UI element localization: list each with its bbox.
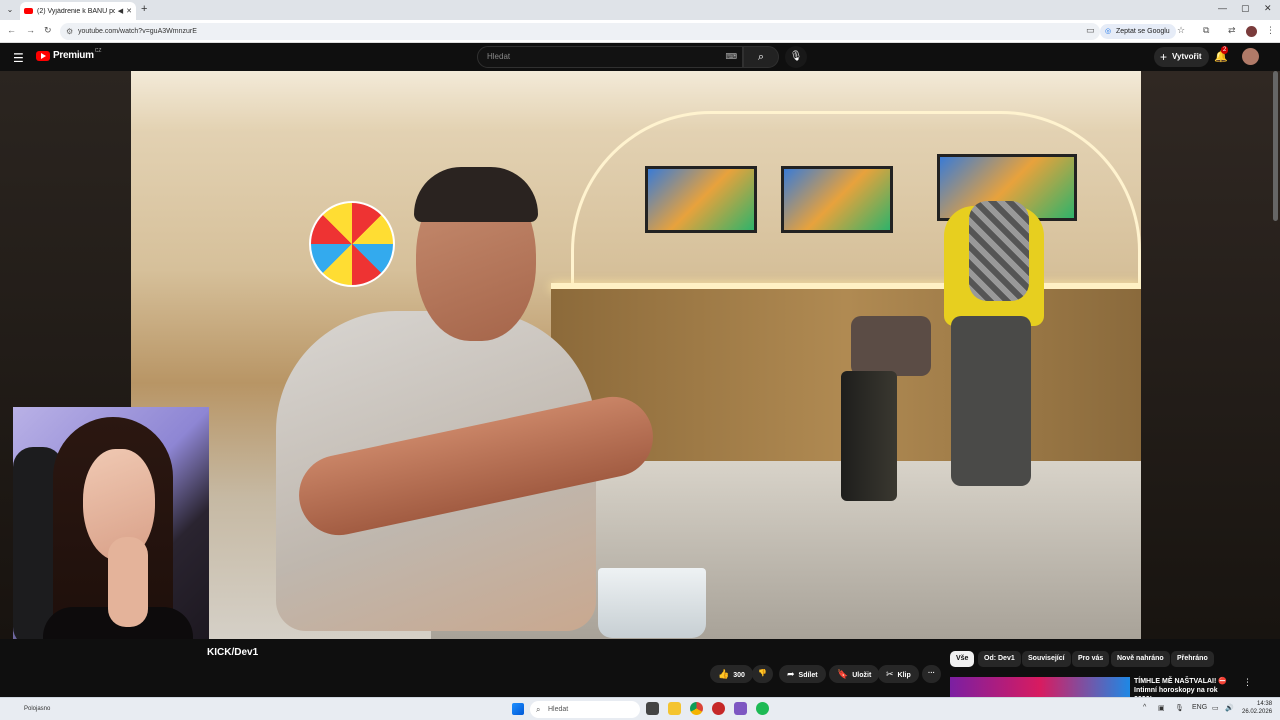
search-input[interactable]: Hledat ⌨ [477,46,743,68]
share-button[interactable]: ➦ Sdílet [779,665,826,683]
search-button[interactable]: ⌕ [743,46,779,68]
maximize-icon[interactable]: ▢ [1241,3,1250,14]
address-bar[interactable]: ⚙ youtube.com/watch?v=guA3WmnzurE [60,23,1100,40]
scene-suitcase [841,371,897,501]
browser-menu-icon[interactable]: ⋮ [1266,25,1275,36]
keyboard-icon[interactable]: ⌨ [725,47,737,67]
spotify-icon[interactable] [756,702,769,715]
chip-from-channel[interactable]: Od: Dev1 [978,651,1021,667]
like-button[interactable]: 👍 300 [710,665,753,683]
tab-search-chevron-icon[interactable]: ⌄ [4,4,16,16]
tray-chevron-icon[interactable]: ^ [1143,704,1146,711]
tab-title: (2) Vyjádrenie k BANU poc [37,7,115,15]
scene-handbag [851,316,931,376]
volume-icon[interactable]: 🔊 [1225,704,1234,712]
video-title-partial: KICK/Dev1 [207,647,259,658]
recommendation-thumbnail[interactable] [950,677,1130,697]
scene-person-background [939,166,1049,496]
tray-app-icon[interactable]: ▣ [1158,704,1165,712]
ask-google-button[interactable]: ◎ Zeptat se Googlu [1100,24,1176,39]
account-avatar[interactable] [1242,48,1259,65]
like-count: 300 [733,672,745,679]
recommendation-title-line1: TÍMHLE MĚ NAŠTVALAI! ⛔ [1134,678,1227,685]
bookmark-star-icon[interactable]: ☆ [1177,25,1185,36]
save-button[interactable]: 🔖 Uložit [829,665,880,683]
taskbar-search-input[interactable]: ⌕ Hledat [530,701,640,718]
more-actions-icon: ··· [928,670,935,677]
profile-avatar[interactable] [1246,26,1257,37]
region-code: CZ [94,47,102,54]
network-icon[interactable]: ▭ [1212,704,1219,712]
save-label: Uložit [852,672,872,679]
cast-icon[interactable]: ▭ [1086,25,1095,36]
thumbs-up-icon: 👍 [718,669,730,679]
bookmark-icon: 🔖 [837,669,849,679]
speaker-icon[interactable]: ◀ [118,7,123,15]
plus-icon: + [1160,50,1168,64]
share-arrow-icon: ➦ [787,669,795,679]
chip-related[interactable]: Související [1022,651,1071,667]
clock[interactable]: 14:38 26.02.2026 [1242,700,1272,716]
scene-screen [781,166,893,233]
share-label: Sdílet [798,672,818,679]
page-scrollbar[interactable] [1273,71,1278,221]
clip-button[interactable]: ✂ Klip [878,665,919,683]
google-lens-icon: ◎ [1105,28,1112,35]
youtube-favicon-icon [24,8,33,14]
dislike-button[interactable]: 👎 [752,665,773,683]
video-frame[interactable] [131,71,1141,639]
clock-time: 14:38 [1257,701,1273,707]
app-icon-purple[interactable] [734,702,747,715]
back-arrow-icon[interactable]: ← [7,25,16,35]
clock-date: 26.02.2026 [1242,709,1273,715]
clip-label: Klip [897,672,911,679]
chip-recently-uploaded[interactable]: Nově nahráno [1111,651,1170,667]
search-placeholder: Hledat [487,52,511,61]
search-icon: ⌕ [536,705,541,714]
close-window-icon[interactable]: ✕ [1264,3,1272,14]
minimize-icon[interactable]: — [1218,3,1227,13]
close-tab-icon[interactable]: ✕ [126,7,132,15]
language-indicator[interactable]: ENG [1192,704,1207,711]
chip-watched[interactable]: Přehráno [1171,651,1214,667]
recommendation-more-icon[interactable]: ⋮ [1243,677,1252,688]
file-explorer-icon[interactable] [668,702,681,715]
windows-taskbar: Polojasno ⌕ Hledat ^ ▣ 🎙 ENG ▭ 🔊 14:38 2… [0,697,1280,720]
voice-search-mic-icon[interactable]: 🎙 [785,46,807,68]
sidebar-icon[interactable]: ⇄ [1228,25,1236,36]
browser-tab-strip: ⌄ (2) Vyjádrenie k BANU poc ◀ ✕ + — ▢ ✕ [0,0,1280,20]
thumbs-down-icon: 👎 [758,670,767,677]
video-info-bar: KICK/Dev1 👍 300 👎 ➦ Sdílet 🔖 Uložit ✂ Klip ·… [0,639,1280,703]
app-icon-red[interactable] [712,702,725,715]
logo-text: Premium [53,50,94,61]
ask-google-label: Zeptat se Googlu [1116,28,1170,35]
search-icon: ⌕ [757,51,765,63]
chip-all[interactable]: Vše [950,651,975,667]
browser-tab[interactable]: (2) Vyjádrenie k BANU poc ◀ ✕ [20,2,136,20]
more-actions-button[interactable]: ··· [922,665,941,683]
task-view-icon[interactable] [646,702,659,715]
youtube-premium-logo[interactable]: Premium CZ [36,47,102,61]
create-label: Vytvořit [1172,52,1202,61]
new-tab-plus-icon[interactable]: + [141,3,147,15]
create-button[interactable]: + Vytvořit [1154,47,1209,67]
chrome-icon[interactable] [690,702,703,715]
chip-for-you[interactable]: Pro vás [1072,651,1110,667]
url-text: youtube.com/watch?v=guA3WmnzurE [78,28,197,35]
reload-icon[interactable]: ↻ [44,25,52,36]
scene-bucket [598,568,706,638]
tray-mic-icon[interactable]: 🎙 [1175,704,1184,712]
ambient-right [1141,71,1280,639]
extensions-icon[interactable]: ⧉ [1203,25,1209,36]
youtube-masthead: ☰ Premium CZ Hledat ⌨ ⌕ 🎙 + Vytvořit 🔔 2 [0,43,1280,71]
windows-start-icon[interactable] [512,703,524,715]
forward-arrow-icon[interactable]: → [26,25,35,35]
youtube-play-icon [36,50,50,61]
weather-widget[interactable]: Polojasno [24,706,50,712]
taskbar-search-placeholder: Hledat [548,706,569,713]
menu-hamburger-icon[interactable]: ☰ [13,51,24,65]
browser-toolbar: ← → ↻ ⚙ youtube.com/watch?v=guA3WmnzurE … [0,20,1280,43]
scissors-icon: ✂ [886,669,894,679]
site-info-icon[interactable]: ⚙ [66,23,73,40]
